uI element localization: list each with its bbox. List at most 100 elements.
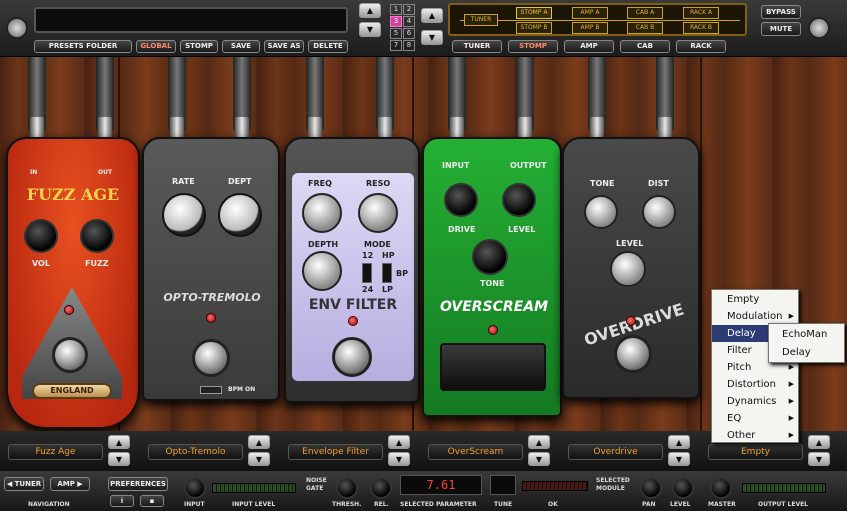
slot-1-down-arrow[interactable]: ▼ [108,452,130,466]
menu-item-other[interactable]: Other ▶ [712,427,798,444]
tremolo-footswitch[interactable] [192,339,230,377]
preset-number[interactable]: 4 [403,16,415,27]
slot-6-down-arrow[interactable]: ▼ [808,452,830,466]
preset-number[interactable]: 7 [390,40,402,51]
stomp-module-button[interactable]: STOMP [508,40,558,53]
menu-item-eq[interactable]: EQ ▶ [712,410,798,427]
rack-module-button[interactable]: RACK [676,40,726,53]
slot-4-selector[interactable]: OverScream [428,444,523,460]
chain-rack-a[interactable]: RACK A [683,7,719,19]
preset-number[interactable]: 8 [403,40,415,51]
overdrive-footswitch[interactable] [614,335,652,373]
preset-down-arrow[interactable]: ▼ [359,22,381,37]
slot-3-up-arrow[interactable]: ▲ [388,435,410,449]
slot-5-up-arrow[interactable]: ▲ [668,435,690,449]
chain-amp-a[interactable]: AMP A [572,7,608,19]
presets-folder-button[interactable]: PRESETS FOLDER [34,40,132,53]
env-footswitch[interactable] [332,337,372,377]
tremolo-depth-knob[interactable] [218,193,262,237]
fuzz-fuzz-knob[interactable] [80,219,114,253]
preset-up-arrow[interactable]: ▲ [359,3,381,18]
chain-rack-b[interactable]: RACK B [683,22,719,34]
slot-5-selector[interactable]: Overdrive [568,444,663,460]
chain-stomp-a[interactable]: STOMP A [516,7,552,19]
fuzz-vol-knob[interactable] [24,219,58,253]
tremolo-depth-label: DEPT [228,177,252,186]
slot-3-down-arrow[interactable]: ▼ [388,452,410,466]
pan-knob[interactable] [640,477,662,499]
preset-number[interactable]: 6 [403,28,415,39]
chain-cab-b[interactable]: CAB B [627,22,663,34]
slot-4-up-arrow[interactable]: ▲ [528,435,550,449]
preset-number[interactable]: 1 [390,4,402,15]
amp-module-button[interactable]: AMP [564,40,614,53]
chain-amp-b[interactable]: AMP B [572,22,608,34]
info-button[interactable]: i [110,495,134,507]
env-reso-knob[interactable] [358,193,398,233]
fuzz-footswitch[interactable] [52,337,88,373]
chain-tuner[interactable]: TUNER [464,14,498,26]
tuner-module-button[interactable]: TUNER [452,40,502,53]
preset-number[interactable]: 2 [403,4,415,15]
slot-6-up-arrow[interactable]: ▲ [808,435,830,449]
env-pole-switch[interactable] [362,263,372,283]
delete-button[interactable]: DELETE [308,40,348,53]
overdrive-pedal[interactable]: TONE DIST LEVEL OVERDRIVE [562,137,700,399]
overscream-drive-knob[interactable] [444,183,478,217]
env-depth-knob[interactable] [302,251,342,291]
chain-cab-a[interactable]: CAB A [627,7,663,19]
slot-2-down-arrow[interactable]: ▼ [248,452,270,466]
preset-number[interactable]: 5 [390,28,402,39]
env-filter-pedal[interactable]: FREQ RESO DEPTH MODE 12 HP BP 24 LP ENV … [284,137,420,403]
menu-item-distortion[interactable]: Distortion ▶ [712,376,798,393]
slot-2-up-arrow[interactable]: ▲ [248,435,270,449]
slot-1-selector[interactable]: Fuzz Age [8,444,103,460]
module-level-knob[interactable] [672,477,694,499]
tremolo-rate-knob[interactable] [162,193,206,237]
env-freq-knob[interactable] [302,193,342,233]
chain-stomp-b[interactable]: STOMP B [516,22,552,34]
mute-button[interactable]: MUTE [761,22,801,36]
lock-icon[interactable]: ▪ [140,495,164,507]
preset-number-selected[interactable]: 3 [390,16,402,27]
overdrive-level-knob[interactable] [610,251,646,287]
global-button[interactable]: GLOBAL [136,40,176,53]
tremolo-bpm-label: BPM ON [228,386,256,393]
submenu-item-delay[interactable]: Delay [769,344,844,361]
cab-module-button[interactable]: CAB [620,40,670,53]
overscream-pedal[interactable]: INPUT OUTPUT DRIVE LEVEL TONE OVERSCREAM [422,137,562,417]
tremolo-bpm-switch[interactable] [200,386,222,394]
release-knob[interactable] [370,477,392,499]
menu-item-label: Delay [727,328,756,339]
overscream-footswitch[interactable] [440,343,546,391]
nav-tuner-button[interactable]: ◀ TUNER [4,477,44,491]
slot-4-down-arrow[interactable]: ▼ [528,452,550,466]
bank-down-arrow[interactable]: ▼ [421,30,443,45]
overdrive-dist-knob[interactable] [642,195,676,229]
overscream-level-knob[interactable] [502,183,536,217]
slot-2-selector[interactable]: Opto-Tremolo [148,444,243,460]
fuzz-age-pedal[interactable]: IN OUT FUZZ AGE VOL FUZZ ENGLAND [6,137,140,429]
bypass-button[interactable]: BYPASS [761,5,801,19]
thresh-knob[interactable] [336,477,358,499]
overdrive-tone-knob[interactable] [584,195,618,229]
slot-3-selector[interactable]: Envelope Filter [288,444,383,460]
stomp-view-button[interactable]: STOMP [180,40,218,53]
master-knob[interactable] [710,477,732,499]
slot-1-up-arrow[interactable]: ▲ [108,435,130,449]
env-mode-switch[interactable] [382,263,392,283]
opto-tremolo-pedal[interactable]: RATE DEPT OPTO-TREMOLO BPM ON [142,137,280,401]
slot-6-selector[interactable]: Empty [708,444,803,460]
preset-display[interactable] [34,7,348,33]
nav-amp-button[interactable]: AMP ▶ [50,477,90,491]
preferences-button[interactable]: PREFERENCES [108,477,168,491]
overscream-tone-knob[interactable] [472,239,508,275]
input-knob[interactable] [184,477,206,499]
menu-item-empty[interactable]: Empty [712,291,798,308]
submenu-item-echoman[interactable]: EchoMan [769,326,844,343]
save-button[interactable]: SAVE [222,40,260,53]
save-as-button[interactable]: SAVE AS [264,40,304,53]
slot-5-down-arrow[interactable]: ▼ [668,452,690,466]
bank-up-arrow[interactable]: ▲ [421,8,443,23]
menu-item-dynamics[interactable]: Dynamics ▶ [712,393,798,410]
